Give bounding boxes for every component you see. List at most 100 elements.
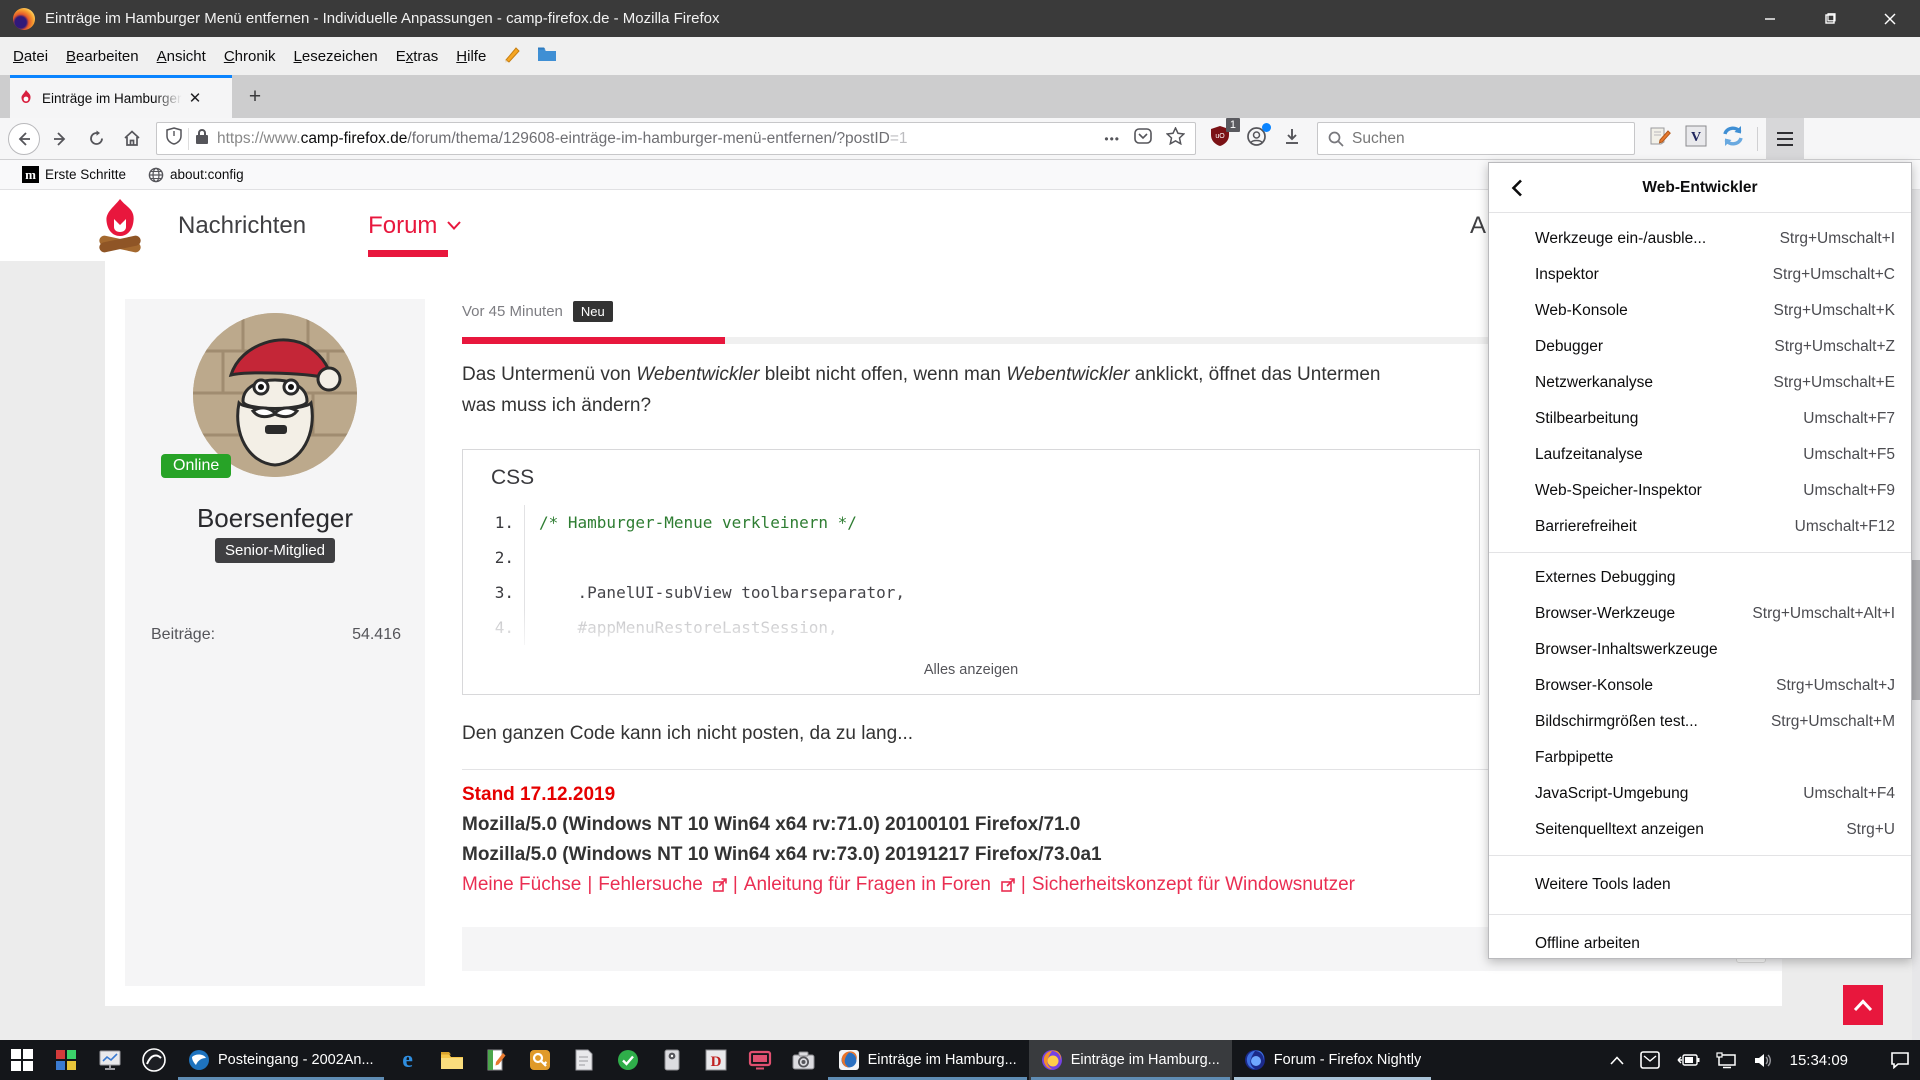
taskbar-d-app-icon[interactable]: D [694, 1040, 738, 1080]
menuitem-bildschirmgroessen[interactable]: Bildschirmgrößen test...Strg+Umschalt+M [1489, 704, 1911, 740]
menu-chronik[interactable]: Chronik [215, 48, 285, 65]
folder-icon[interactable] [537, 46, 557, 66]
post-timestamp[interactable]: Vor 45 Minuten [462, 303, 563, 320]
menu-bar: Datei Bearbeiten Ansicht Chronik Lesezei… [0, 37, 1920, 75]
tab-close-icon[interactable]: ✕ [184, 89, 206, 107]
bookmark-erste-schritte[interactable]: m Erste Schritte [22, 166, 126, 183]
reload-button[interactable] [80, 123, 112, 155]
scrollbar-thumb[interactable] [1912, 560, 1920, 700]
taskbar-cubes-app-icon[interactable] [44, 1040, 88, 1080]
taskbar-monitor-red-icon[interactable] [738, 1040, 782, 1080]
home-button[interactable] [116, 123, 148, 155]
page-scrollbar[interactable] [1912, 190, 1920, 1040]
tray-expand-chevron-icon[interactable] [1610, 1056, 1624, 1065]
menu-extras[interactable]: Extras [387, 48, 448, 65]
close-button[interactable] [1860, 0, 1920, 37]
taskbar-button-label: Einträge im Hamburg... [1071, 1052, 1220, 1068]
menuitem-web-speicher-inspektor[interactable]: Web-Speicher-InspektorUmschalt+F9 [1489, 473, 1911, 509]
taskbar-edge-icon[interactable]: e [386, 1040, 430, 1080]
tray-network-icon[interactable] [1716, 1052, 1738, 1069]
menuitem-barrierefreiheit[interactable]: BarrierefreiheitUmschalt+F12 [1489, 509, 1911, 545]
user-posts-row: Beiträge: 54.416 [151, 626, 401, 644]
avatar[interactable] [193, 313, 357, 477]
taskbar-button-firefox-nightly[interactable]: Forum - Firefox Nightly [1232, 1040, 1433, 1080]
notes-extension-icon[interactable] [1649, 126, 1671, 151]
v-extension-icon[interactable]: V [1685, 125, 1707, 152]
forward-button[interactable] [44, 123, 76, 155]
site-nav-nachrichten[interactable]: Nachrichten [178, 212, 306, 240]
page-actions-icon[interactable]: ••• [1104, 132, 1120, 146]
taskbar-button-label: Forum - Firefox Nightly [1274, 1052, 1421, 1068]
menuitem-javascript-umgebung[interactable]: JavaScript-UmgebungUmschalt+F4 [1489, 776, 1911, 812]
menu-hilfe[interactable]: Hilfe [447, 48, 495, 65]
start-button[interactable] [0, 1040, 44, 1080]
menu-bearbeiten[interactable]: Bearbeiten [57, 48, 148, 65]
menuitem-netzwerkanalyse[interactable]: NetzwerkanalyseStrg+Umschalt+E [1489, 365, 1911, 401]
taskbar-keepass-icon[interactable] [518, 1040, 562, 1080]
panel-separator [1489, 855, 1911, 856]
taskbar-presentation-app-icon[interactable] [88, 1040, 132, 1080]
menu-ansicht[interactable]: Ansicht [148, 48, 215, 65]
pocket-icon[interactable] [1134, 127, 1152, 150]
tab-strip: Einträge im Hamburger Me ✕ + [0, 75, 1920, 118]
hamburger-menu-button[interactable] [1766, 118, 1804, 160]
link-fehlersuche[interactable]: Fehlersuche [598, 874, 703, 896]
menuitem-debugger[interactable]: DebuggerStrg+Umschalt+Z [1489, 329, 1911, 365]
taskbar-button-firefox-1[interactable]: Einträge im Hamburg... [826, 1040, 1029, 1080]
menuitem-browser-inhaltswerkzeuge[interactable]: Browser-Inhaltswerkzeuge [1489, 632, 1911, 668]
menuitem-laufzeitanalyse[interactable]: LaufzeitanalyseUmschalt+F5 [1489, 437, 1911, 473]
menuitem-browser-konsole[interactable]: Browser-KonsoleStrg+Umschalt+J [1489, 668, 1911, 704]
taskbar-drive-icon[interactable] [650, 1040, 694, 1080]
minimize-button[interactable] [1740, 0, 1800, 37]
scroll-to-top-button[interactable] [1843, 985, 1883, 1025]
taskbar-camera-icon[interactable] [782, 1040, 826, 1080]
panel-back-button[interactable] [1505, 176, 1529, 200]
menuitem-externes-debugging[interactable]: Externes Debugging [1489, 560, 1911, 596]
show-all-code-link[interactable]: Alles anzeigen [463, 662, 1479, 678]
downloads-icon[interactable] [1283, 127, 1301, 151]
menu-lesezeichen[interactable]: Lesezeichen [285, 48, 387, 65]
site-nav-forum[interactable]: Forum [368, 212, 461, 240]
tray-battery-icon[interactable] [1676, 1053, 1700, 1067]
username[interactable]: Boersenfeger [125, 503, 425, 534]
tray-mail-icon[interactable] [1640, 1051, 1660, 1069]
menuitem-browser-werkzeuge[interactable]: Browser-WerkzeugeStrg+Umschalt+Alt+I [1489, 596, 1911, 632]
extension-eye-icon[interactable] [1246, 126, 1267, 152]
new-tab-button[interactable]: + [240, 83, 270, 111]
action-center-icon[interactable] [1890, 1051, 1910, 1069]
link-sicherheitskonzept[interactable]: Sicherheitskonzept für Windowsnutzer [1032, 874, 1355, 896]
bookmark-about-config[interactable]: about:config [148, 167, 244, 183]
menuitem-offline-arbeiten[interactable]: Offline arbeiten [1489, 922, 1911, 966]
link-anleitung[interactable]: Anleitung für Fragen in Foren [744, 874, 991, 896]
taskbar-notes-green-icon[interactable] [474, 1040, 518, 1080]
menuitem-seitenquelltext[interactable]: Seitenquelltext anzeigenStrg+U [1489, 812, 1911, 848]
code-line-number: 2. [463, 540, 525, 575]
back-button[interactable] [8, 123, 40, 155]
url-bar[interactable]: https://www.camp-firefox.de/forum/thema/… [156, 122, 1196, 155]
tracking-shield-icon[interactable] [166, 127, 182, 150]
menu-datei[interactable]: Datei [4, 48, 57, 65]
taskbar-photos-app-icon[interactable] [132, 1040, 176, 1080]
ublock-origin-icon[interactable]: uO 1 [1210, 125, 1230, 152]
session-refresh-icon[interactable] [1721, 125, 1745, 152]
taskbar-green-check-icon[interactable] [606, 1040, 650, 1080]
taskbar-explorer-icon[interactable] [430, 1040, 474, 1080]
menuitem-farbpipette[interactable]: Farbpipette [1489, 740, 1911, 776]
bookmark-star-icon[interactable] [1166, 127, 1185, 150]
maximize-button[interactable] [1800, 0, 1860, 37]
search-bar[interactable]: Suchen [1317, 122, 1635, 155]
taskbar-button-thunderbird[interactable]: Posteingang - 2002An... [176, 1040, 386, 1080]
taskbar-notepad-icon[interactable] [562, 1040, 606, 1080]
tab-active[interactable]: Einträge im Hamburger Me ✕ [10, 75, 232, 118]
menuitem-werkzeuge[interactable]: Werkzeuge ein-/ausble...Strg+Umschalt+I [1489, 221, 1911, 257]
taskbar-button-firefox-2-active[interactable]: Einträge im Hamburg... [1029, 1040, 1232, 1080]
menuitem-web-konsole[interactable]: Web-KonsoleStrg+Umschalt+K [1489, 293, 1911, 329]
lock-icon[interactable] [195, 128, 209, 150]
pencil-note-icon[interactable] [503, 45, 521, 67]
tray-volume-icon[interactable] [1754, 1052, 1774, 1069]
menuitem-inspektor[interactable]: InspektorStrg+Umschalt+C [1489, 257, 1911, 293]
menuitem-stilbearbeitung[interactable]: StilbearbeitungUmschalt+F7 [1489, 401, 1911, 437]
menuitem-weitere-tools[interactable]: Weitere Tools laden [1489, 863, 1911, 907]
link-meine-fuechse[interactable]: Meine Füchse [462, 874, 581, 896]
tray-clock[interactable]: 15:34:09 [1790, 1052, 1848, 1069]
